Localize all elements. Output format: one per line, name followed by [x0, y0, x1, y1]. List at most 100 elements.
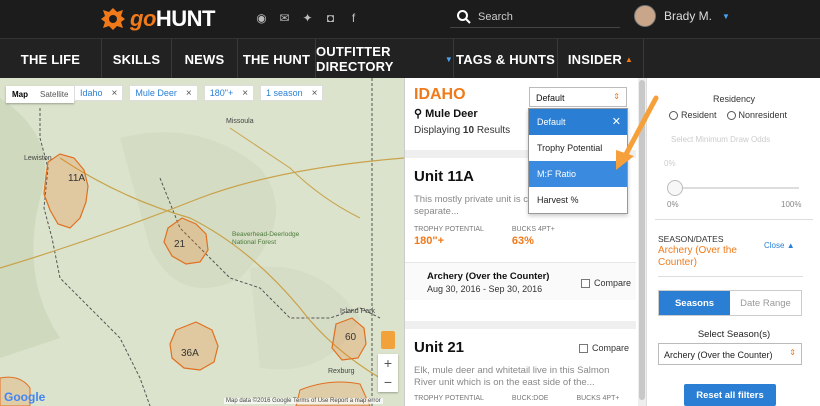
slider-max-label: 100%: [781, 200, 802, 209]
logo-text: goHUNT: [130, 6, 216, 31]
unit-label[interactable]: 60: [345, 332, 356, 343]
chip-label: 180"+: [209, 88, 234, 98]
map-type-map[interactable]: Map: [6, 86, 34, 103]
city-label: Island Park: [340, 308, 376, 315]
nav-outfitter-label: OUTFITTER DIRECTORY: [316, 44, 394, 74]
stat-value: 180"+: [414, 235, 444, 247]
nav-the-hunt[interactable]: THE HUNT: [238, 39, 316, 79]
user-menu[interactable]: Brady M. ▼: [634, 5, 730, 27]
nav-outfitter-directory[interactable]: OUTFITTER DIRECTORY ▼: [316, 39, 454, 79]
zoom-out-button[interactable]: −: [378, 373, 398, 392]
unit-title[interactable]: Unit 11A: [414, 168, 474, 185]
search-input[interactable]: Search: [478, 11, 513, 23]
residency-label: Residency: [712, 94, 756, 104]
chevron-down-icon: ▼: [444, 54, 453, 64]
resident-radio[interactable]: Resident: [669, 110, 717, 120]
city-label: Beaverhead-Deerlodge National Forest: [232, 231, 300, 246]
stat-label: TROPHY POTENTIAL: [414, 226, 484, 233]
filter-chip[interactable]: Mule Deer ×: [129, 85, 198, 101]
annotation-arrow-icon: [616, 95, 659, 170]
zoom-in-button[interactable]: +: [378, 354, 398, 373]
unit-label[interactable]: 36A: [181, 348, 199, 359]
draw-odds-value: 0%: [664, 159, 676, 168]
season-title: Archery (Over the Counter): [427, 271, 550, 282]
close-icon[interactable]: ×: [186, 88, 192, 99]
date-range-tab[interactable]: Date Range: [730, 291, 801, 315]
count-value: 10: [462, 125, 475, 136]
mail-icon[interactable]: ✉: [278, 12, 291, 25]
filter-chip[interactable]: 1 season ×: [260, 85, 324, 101]
map-canvas: [0, 78, 404, 406]
street-view-pegman-icon[interactable]: [381, 331, 395, 349]
search-icon: [457, 9, 471, 24]
draw-odds-slider[interactable]: [671, 187, 799, 189]
radio-label: Resident: [681, 110, 717, 120]
count-suffix: Results: [474, 125, 511, 136]
unit-label[interactable]: 21: [174, 239, 185, 250]
compare-label: Compare: [592, 343, 630, 353]
map-type-satellite[interactable]: Satellite: [34, 86, 74, 103]
nav-skills[interactable]: SKILLS: [102, 39, 172, 79]
season-dates: Aug 30, 2016 - Sep 30, 2016: [427, 284, 543, 294]
season-mode-toggle: Seasons Date Range: [658, 290, 802, 316]
top-bar: goHUNT ◉ ✉ ✦ ◘ f Search Brady M. ▼: [0, 0, 820, 38]
reset-filters-button[interactable]: Reset all filters: [684, 384, 776, 406]
unit-description: Elk, mule deer and whitetail live in thi…: [414, 365, 610, 388]
unit-stats: TROPHY POTENTIAL BUCK:DOE BUCKS 4PT+: [414, 395, 619, 402]
stat-label: BUCKS 4PT+: [576, 395, 620, 402]
close-icon[interactable]: ×: [312, 88, 318, 99]
species-name: Mule Deer: [425, 108, 478, 120]
search-bar[interactable]: Search: [450, 6, 620, 28]
sort-option-harvest[interactable]: Harvest %: [529, 187, 627, 213]
species-label: ⚲ Mule Deer: [414, 107, 478, 120]
close-icon[interactable]: ×: [242, 88, 248, 99]
select-seasons-label: Select Season(s): [697, 329, 771, 340]
checkbox-icon: [579, 343, 588, 353]
compare-checkbox[interactable]: Compare: [581, 278, 631, 288]
slider-handle[interactable]: [667, 180, 683, 196]
rss-icon[interactable]: ◉: [255, 12, 268, 25]
season-close-link[interactable]: Close ▲: [764, 241, 795, 250]
radio-icon: [726, 110, 736, 120]
chevron-updown-icon: ⇕: [789, 348, 796, 357]
stat-buck-doe: BUCK:DOE: [512, 395, 549, 402]
nav-news[interactable]: NEWS: [172, 39, 238, 79]
results-count: Displaying 10 Results: [414, 125, 510, 136]
stat-label: BUCK:DOE: [511, 395, 549, 402]
close-icon[interactable]: ×: [112, 88, 118, 99]
chevron-down-icon: ▼: [722, 11, 730, 21]
unit-stats: TROPHY POTENTIAL 180"+ BUCKS 4PT+ 63%: [414, 226, 555, 247]
filter-chips: Idaho × Mule Deer × 180"+ × 1 season ×: [74, 85, 324, 101]
main-nav: THE LIFE SKILLS NEWS THE HUNT OUTFITTER …: [0, 38, 820, 79]
city-label: Lewiston: [24, 155, 52, 162]
compare-checkbox[interactable]: Compare: [579, 343, 629, 353]
map-view[interactable]: 11A 21 36A 60 Missoula Lewiston Beaverhe…: [0, 78, 404, 406]
min-draw-odds-label: Select Minimum Draw Odds: [671, 135, 771, 144]
unit-label[interactable]: 11A: [68, 173, 85, 184]
filters-panel: Residency Resident Nonresident Select Mi…: [646, 78, 820, 406]
season-row[interactable]: Archery (Over the Counter) Aug 30, 2016 …: [405, 262, 636, 300]
nav-the-life[interactable]: THE LIFE: [0, 39, 102, 79]
count-prefix: Displaying: [414, 125, 463, 136]
stat-value: 63%: [511, 235, 534, 247]
filter-chip[interactable]: Idaho ×: [74, 85, 124, 101]
filter-chip[interactable]: 180"+ ×: [203, 85, 255, 101]
map-attribution[interactable]: Map data ©2016 Google Terms of Use Repor…: [224, 398, 383, 404]
season-select[interactable]: Archery (Over the Counter) ⇕: [658, 343, 802, 365]
nav-tags-hunts[interactable]: TAGS & HUNTS: [454, 39, 558, 79]
instagram-icon[interactable]: ◘: [324, 12, 337, 25]
unit-card[interactable]: Unit 21 Compare Elk, mule deer and white…: [405, 321, 636, 406]
twitter-icon[interactable]: ✦: [301, 12, 314, 25]
unit-title[interactable]: Unit 21: [414, 339, 464, 356]
facebook-icon[interactable]: f: [347, 12, 360, 25]
divider: [655, 219, 813, 220]
nav-insider[interactable]: INSIDER ▲: [558, 39, 644, 79]
residency-radios: Resident Nonresident: [669, 110, 787, 120]
nav-insider-label: INSIDER: [567, 51, 622, 67]
option-label: Default: [537, 117, 566, 127]
nonresident-radio[interactable]: Nonresident: [726, 110, 787, 120]
seasons-tab[interactable]: Seasons: [659, 291, 730, 315]
chip-label: 1 season: [266, 88, 303, 98]
social-links: ◉ ✉ ✦ ◘ f: [255, 12, 360, 25]
gohunt-logo[interactable]: goHUNT: [100, 6, 216, 32]
